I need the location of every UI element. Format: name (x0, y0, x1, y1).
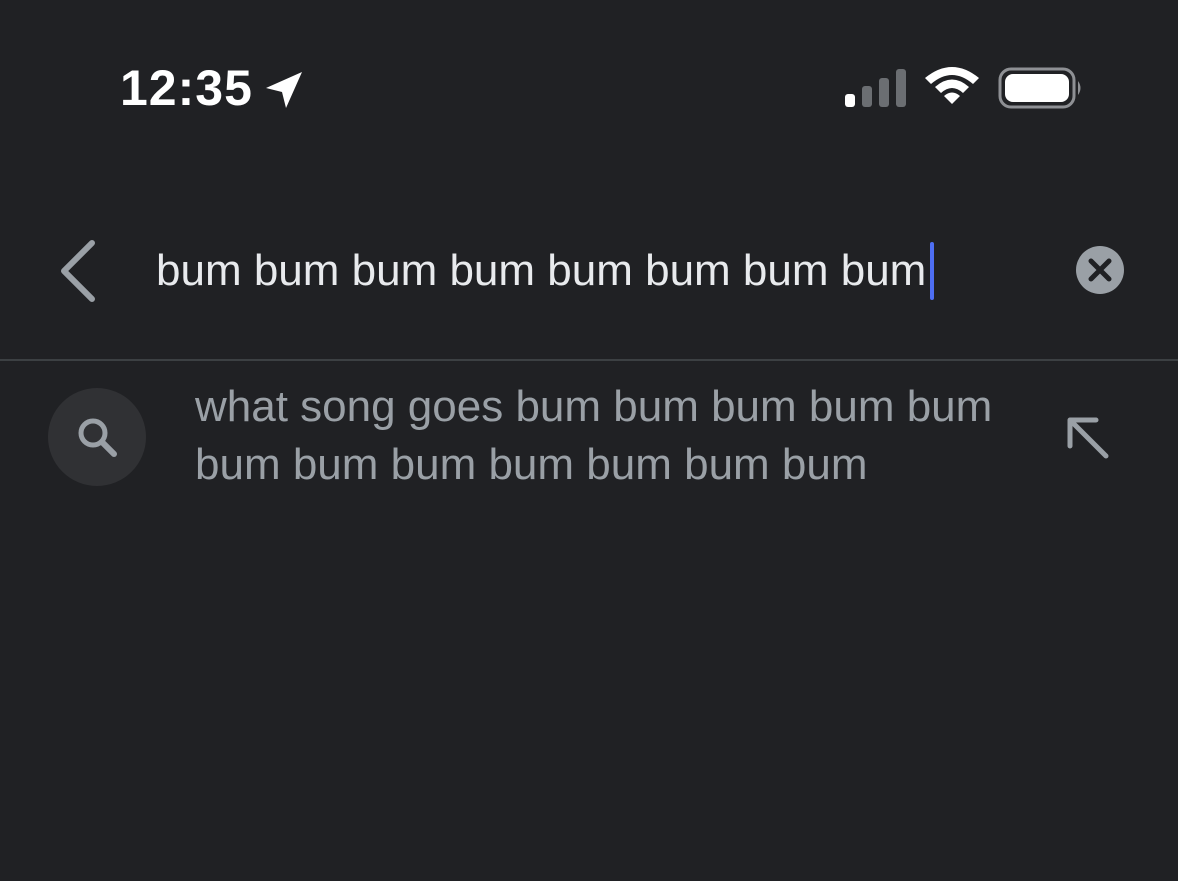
wifi-icon (925, 67, 979, 104)
clear-search-button[interactable] (1075, 245, 1125, 295)
suggestion-icon-container (48, 388, 146, 486)
search-divider (0, 359, 1178, 361)
cellular-signal-icon (845, 69, 906, 107)
search-screen: 12:35 bum bum bum bum bum bum bum bum wh… (0, 0, 1178, 881)
location-arrow-icon (266, 72, 302, 108)
status-time: 12:35 (120, 60, 253, 116)
search-icon (78, 418, 117, 457)
battery-icon (998, 67, 1081, 109)
suggestion-item[interactable]: what song goes bum bum bum bum bum bum b… (0, 362, 1178, 512)
search-input[interactable]: bum bum bum bum bum bum bum bum (156, 240, 935, 302)
text-caret (930, 242, 935, 300)
suggestion-text: what song goes bum bum bum bum bum bum b… (195, 382, 993, 489)
back-button[interactable] (52, 235, 108, 307)
arrow-up-left-icon[interactable] (1062, 412, 1112, 462)
search-query-text: bum bum bum bum bum bum bum bum (156, 246, 927, 295)
